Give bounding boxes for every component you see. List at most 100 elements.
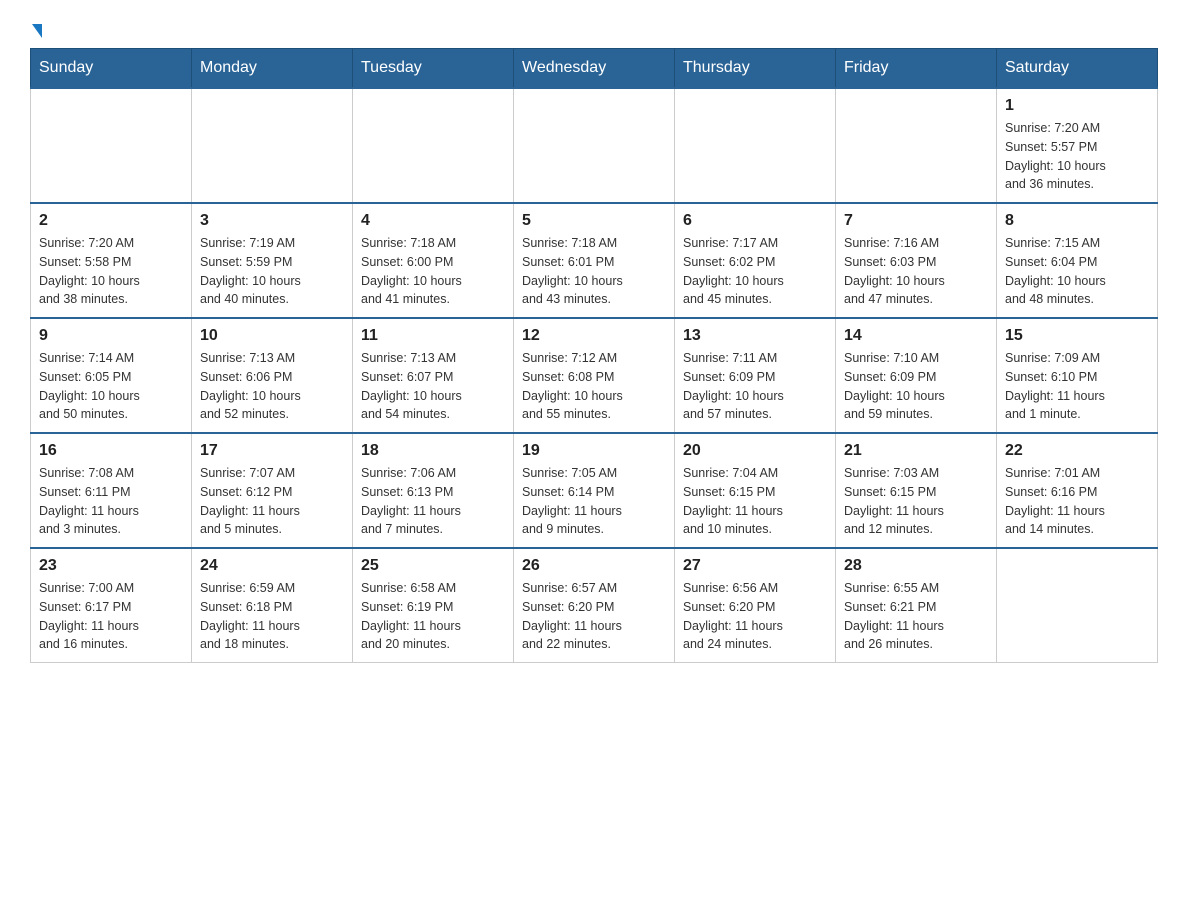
day-number: 28	[844, 557, 988, 575]
day-info: Sunrise: 7:20 AM Sunset: 5:58 PM Dayligh…	[39, 234, 183, 309]
day-info: Sunrise: 7:13 AM Sunset: 6:07 PM Dayligh…	[361, 349, 505, 424]
page-header	[30, 20, 1158, 38]
calendar-day-cell: 21Sunrise: 7:03 AM Sunset: 6:15 PM Dayli…	[836, 433, 997, 548]
calendar-day-cell: 7 Sunrise: 7:16 AM Sunset: 6:03 PM Daylig…	[836, 203, 997, 318]
calendar-day-cell: 23 Sunrise: 7:00 AM Sunset: 6:17 PM Dayli…	[31, 548, 192, 663]
calendar-day-cell	[31, 88, 192, 203]
day-number: 26	[522, 557, 666, 575]
day-number: 22	[1005, 442, 1149, 460]
calendar-week-row: 16 Sunrise: 7:08 AM Sunset: 6:11 PM Dayli…	[31, 433, 1158, 548]
day-number: 2	[39, 212, 183, 230]
calendar-day-cell: 20 Sunrise: 7:04 AM Sunset: 6:15 PM Dayli…	[675, 433, 836, 548]
day-number: 23	[39, 557, 183, 575]
day-number: 12	[522, 327, 666, 345]
day-info: Sunrise: 7:10 AM Sunset: 6:09 PM Dayligh…	[844, 349, 988, 424]
day-info: Sunrise: 7:03 AM Sunset: 6:15 PM Dayligh…	[844, 464, 988, 539]
day-info: Sunrise: 7:11 AM Sunset: 6:09 PM Dayligh…	[683, 349, 827, 424]
calendar-day-cell: 27 Sunrise: 6:56 AM Sunset: 6:20 PM Dayli…	[675, 548, 836, 663]
day-number: 11	[361, 327, 505, 345]
calendar-day-cell: 16 Sunrise: 7:08 AM Sunset: 6:11 PM Dayli…	[31, 433, 192, 548]
calendar-day-cell: 12 Sunrise: 7:12 AM Sunset: 6:08 PM Dayli…	[514, 318, 675, 433]
day-info: Sunrise: 7:13 AM Sunset: 6:06 PM Dayligh…	[200, 349, 344, 424]
day-number: 18	[361, 442, 505, 460]
calendar-day-cell: 19Sunrise: 7:05 AM Sunset: 6:14 PM Dayli…	[514, 433, 675, 548]
day-number: 20	[683, 442, 827, 460]
day-info: Sunrise: 7:07 AM Sunset: 6:12 PM Dayligh…	[200, 464, 344, 539]
calendar-week-row: 1 Sunrise: 7:20 AM Sunset: 5:57 PM Daylig…	[31, 88, 1158, 203]
day-info: Sunrise: 7:17 AM Sunset: 6:02 PM Dayligh…	[683, 234, 827, 309]
calendar-day-cell: 24Sunrise: 6:59 AM Sunset: 6:18 PM Dayli…	[192, 548, 353, 663]
day-number: 5	[522, 212, 666, 230]
calendar-week-row: 23 Sunrise: 7:00 AM Sunset: 6:17 PM Dayli…	[31, 548, 1158, 663]
day-number: 17	[200, 442, 344, 460]
calendar-table: SundayMondayTuesdayWednesdayThursdayFrid…	[30, 48, 1158, 663]
logo	[30, 20, 42, 38]
calendar-day-cell: 22 Sunrise: 7:01 AM Sunset: 6:16 PM Dayli…	[997, 433, 1158, 548]
day-of-week-header: Monday	[192, 49, 353, 89]
day-number: 10	[200, 327, 344, 345]
day-of-week-header: Wednesday	[514, 49, 675, 89]
calendar-header-row: SundayMondayTuesdayWednesdayThursdayFrid…	[31, 49, 1158, 89]
day-number: 27	[683, 557, 827, 575]
calendar-day-cell: 13 Sunrise: 7:11 AM Sunset: 6:09 PM Dayli…	[675, 318, 836, 433]
day-of-week-header: Sunday	[31, 49, 192, 89]
day-number: 14	[844, 327, 988, 345]
calendar-day-cell: 8Sunrise: 7:15 AM Sunset: 6:04 PM Daylig…	[997, 203, 1158, 318]
calendar-day-cell	[353, 88, 514, 203]
calendar-day-cell: 28 Sunrise: 6:55 AM Sunset: 6:21 PM Dayli…	[836, 548, 997, 663]
calendar-day-cell	[192, 88, 353, 203]
day-info: Sunrise: 7:06 AM Sunset: 6:13 PM Dayligh…	[361, 464, 505, 539]
calendar-week-row: 9 Sunrise: 7:14 AM Sunset: 6:05 PM Daylig…	[31, 318, 1158, 433]
day-info: Sunrise: 7:08 AM Sunset: 6:11 PM Dayligh…	[39, 464, 183, 539]
day-info: Sunrise: 7:18 AM Sunset: 6:00 PM Dayligh…	[361, 234, 505, 309]
calendar-day-cell: 1 Sunrise: 7:20 AM Sunset: 5:57 PM Daylig…	[997, 88, 1158, 203]
day-info: Sunrise: 7:14 AM Sunset: 6:05 PM Dayligh…	[39, 349, 183, 424]
day-number: 8	[1005, 212, 1149, 230]
calendar-day-cell	[997, 548, 1158, 663]
day-number: 7	[844, 212, 988, 230]
logo-arrow-icon	[32, 24, 42, 38]
day-info: Sunrise: 6:57 AM Sunset: 6:20 PM Dayligh…	[522, 579, 666, 654]
day-info: Sunrise: 7:04 AM Sunset: 6:15 PM Dayligh…	[683, 464, 827, 539]
calendar-day-cell: 15Sunrise: 7:09 AM Sunset: 6:10 PM Dayli…	[997, 318, 1158, 433]
day-of-week-header: Tuesday	[353, 49, 514, 89]
day-number: 13	[683, 327, 827, 345]
day-number: 24	[200, 557, 344, 575]
day-info: Sunrise: 7:00 AM Sunset: 6:17 PM Dayligh…	[39, 579, 183, 654]
calendar-week-row: 2 Sunrise: 7:20 AM Sunset: 5:58 PM Daylig…	[31, 203, 1158, 318]
day-info: Sunrise: 7:20 AM Sunset: 5:57 PM Dayligh…	[1005, 119, 1149, 194]
day-number: 16	[39, 442, 183, 460]
calendar-day-cell: 5 Sunrise: 7:18 AM Sunset: 6:01 PM Daylig…	[514, 203, 675, 318]
calendar-day-cell: 26 Sunrise: 6:57 AM Sunset: 6:20 PM Dayli…	[514, 548, 675, 663]
calendar-day-cell: 17 Sunrise: 7:07 AM Sunset: 6:12 PM Dayli…	[192, 433, 353, 548]
calendar-day-cell: 6 Sunrise: 7:17 AM Sunset: 6:02 PM Daylig…	[675, 203, 836, 318]
calendar-day-cell: 11 Sunrise: 7:13 AM Sunset: 6:07 PM Dayli…	[353, 318, 514, 433]
calendar-day-cell	[675, 88, 836, 203]
day-number: 3	[200, 212, 344, 230]
calendar-day-cell: 18 Sunrise: 7:06 AM Sunset: 6:13 PM Dayli…	[353, 433, 514, 548]
calendar-day-cell: 25 Sunrise: 6:58 AM Sunset: 6:19 PM Dayli…	[353, 548, 514, 663]
day-number: 19	[522, 442, 666, 460]
day-info: Sunrise: 6:56 AM Sunset: 6:20 PM Dayligh…	[683, 579, 827, 654]
calendar-day-cell: 9 Sunrise: 7:14 AM Sunset: 6:05 PM Daylig…	[31, 318, 192, 433]
day-number: 9	[39, 327, 183, 345]
calendar-day-cell: 3 Sunrise: 7:19 AM Sunset: 5:59 PM Daylig…	[192, 203, 353, 318]
day-number: 1	[1005, 97, 1149, 115]
day-info: Sunrise: 7:18 AM Sunset: 6:01 PM Dayligh…	[522, 234, 666, 309]
calendar-day-cell	[514, 88, 675, 203]
day-of-week-header: Friday	[836, 49, 997, 89]
day-of-week-header: Saturday	[997, 49, 1158, 89]
day-number: 25	[361, 557, 505, 575]
day-number: 4	[361, 212, 505, 230]
day-of-week-header: Thursday	[675, 49, 836, 89]
day-info: Sunrise: 7:16 AM Sunset: 6:03 PM Dayligh…	[844, 234, 988, 309]
day-info: Sunrise: 7:01 AM Sunset: 6:16 PM Dayligh…	[1005, 464, 1149, 539]
day-info: Sunrise: 6:55 AM Sunset: 6:21 PM Dayligh…	[844, 579, 988, 654]
day-info: Sunrise: 6:58 AM Sunset: 6:19 PM Dayligh…	[361, 579, 505, 654]
day-number: 6	[683, 212, 827, 230]
day-info: Sunrise: 7:09 AM Sunset: 6:10 PM Dayligh…	[1005, 349, 1149, 424]
day-info: Sunrise: 7:12 AM Sunset: 6:08 PM Dayligh…	[522, 349, 666, 424]
calendar-day-cell: 2 Sunrise: 7:20 AM Sunset: 5:58 PM Daylig…	[31, 203, 192, 318]
day-info: Sunrise: 7:19 AM Sunset: 5:59 PM Dayligh…	[200, 234, 344, 309]
calendar-day-cell: 14 Sunrise: 7:10 AM Sunset: 6:09 PM Dayli…	[836, 318, 997, 433]
